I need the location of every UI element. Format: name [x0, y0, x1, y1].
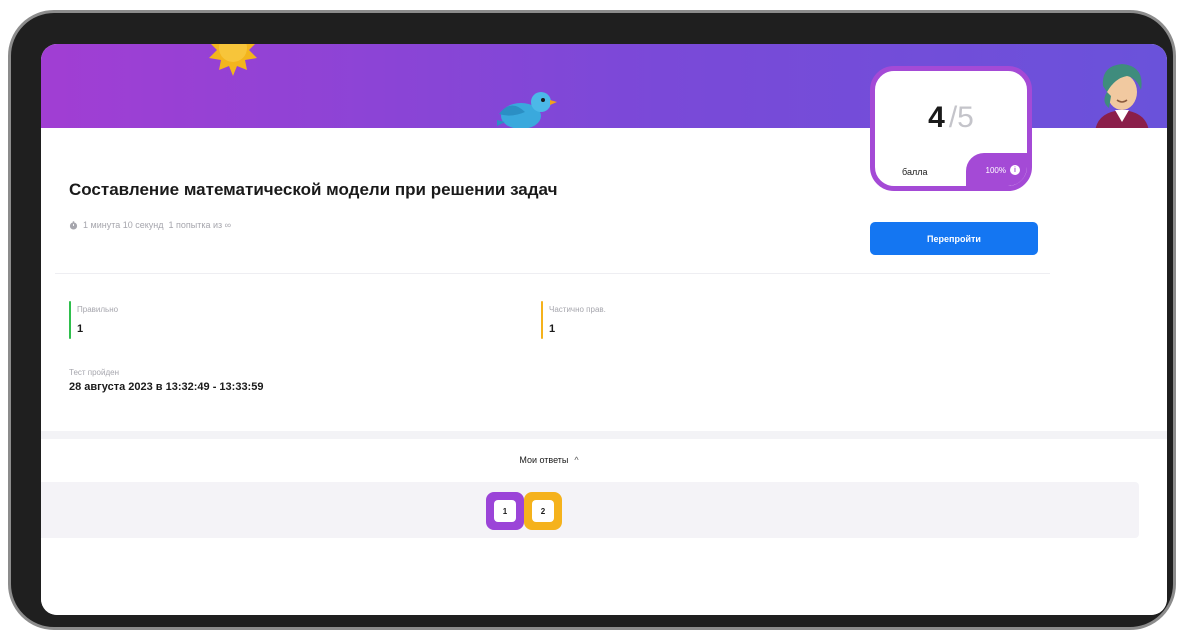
sun-illustration-icon	[209, 44, 257, 76]
partial-value: 1	[549, 323, 556, 335]
character-avatar-icon	[1095, 64, 1149, 132]
results-content: Составление математической модели при ре…	[41, 128, 1167, 615]
tablet-frame: Составление математической модели при ре…	[8, 10, 1176, 630]
test-title: Составление математической модели при ре…	[69, 180, 558, 199]
correct-value: 1	[77, 323, 84, 335]
screen: Составление математической модели при ре…	[41, 44, 1167, 615]
completion-datetime: 28 августа 2023 в 13:32:49 - 13:33:59	[69, 381, 264, 393]
test-duration: 1 минута 10 секунд	[83, 220, 164, 230]
stopwatch-icon	[69, 220, 78, 230]
test-attempts: 1 попытка из ∞	[168, 220, 232, 230]
correct-label: Правильно	[77, 305, 119, 314]
score-card: 4/5 балла 100% i	[870, 66, 1032, 191]
answers-panel: 1 2	[41, 482, 1139, 538]
answer-chip-1[interactable]: 1	[486, 492, 524, 530]
answer-chip-label: 1	[494, 500, 516, 522]
test-meta: 1 минута 10 секунд 1 попытка из ∞	[69, 220, 231, 230]
score-unit: балла	[902, 167, 928, 177]
correct-indicator-bar	[69, 301, 71, 339]
score-percent-badge[interactable]: 100% i	[966, 153, 1027, 186]
info-icon[interactable]: i	[1010, 165, 1020, 175]
answer-chip-label: 2	[532, 500, 554, 522]
completion-label: Тест пройден	[69, 368, 120, 377]
bird-illustration-icon	[497, 92, 557, 129]
stat-correct: Правильно 1	[69, 301, 118, 339]
partial-indicator-bar	[541, 301, 543, 339]
stat-partial: Частично прав. 1	[541, 301, 606, 339]
completion-info: Тест пройден 28 августа 2023 в 13:32:49 …	[69, 368, 263, 393]
section-separator	[41, 431, 1167, 439]
retake-button[interactable]: Перепройти	[870, 222, 1038, 255]
my-answers-label: Мои ответы	[519, 455, 569, 465]
score-max: /5	[948, 101, 974, 134]
my-answers-toggle[interactable]: Мои ответы ^	[41, 455, 1057, 465]
chevron-up-icon: ^	[574, 455, 579, 465]
score-points: 4	[928, 101, 945, 134]
score-value: 4/5	[875, 101, 1027, 135]
section-divider	[55, 273, 1050, 274]
answer-chip-2[interactable]: 2	[524, 492, 562, 530]
partial-label: Частично прав.	[549, 305, 606, 314]
score-percent: 100%	[985, 165, 1006, 175]
